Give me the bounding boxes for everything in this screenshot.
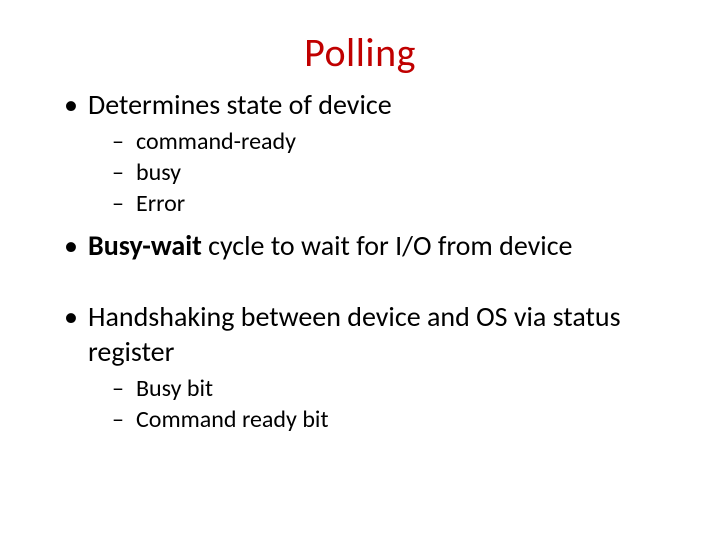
sub-item: Busy bit: [88, 373, 660, 404]
bullet-text-bold: Busy-wait: [88, 228, 202, 263]
bullet-text: Handshaking between device and OS via st…: [88, 299, 621, 369]
bullet-list: Determines state of device command-ready…: [60, 87, 660, 435]
sub-list: command-ready busy Error: [88, 126, 660, 220]
slide: Polling Determines state of device comma…: [0, 0, 720, 540]
bullet-text: cycle to wait for I/O from device: [202, 228, 573, 263]
sub-item: Error: [88, 188, 660, 219]
sub-item: busy: [88, 157, 660, 188]
sub-list: Busy bit Command ready bit: [88, 373, 660, 435]
slide-title: Polling: [60, 28, 660, 77]
spacer: [60, 267, 660, 295]
sub-item: Command ready bit: [88, 404, 660, 435]
sub-item: command-ready: [88, 126, 660, 157]
bullet-item: Busy-wait cycle to wait for I/O from dev…: [60, 228, 660, 263]
bullet-item: Handshaking between device and OS via st…: [60, 299, 660, 435]
bullet-text: Determines state of device: [88, 87, 392, 122]
bullet-item: Determines state of device command-ready…: [60, 87, 660, 220]
